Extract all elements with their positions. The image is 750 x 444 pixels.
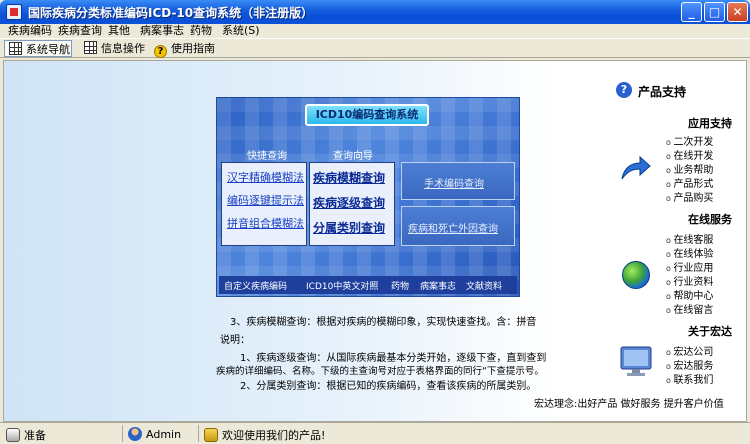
- status-message: 欢迎使用我们的产品!: [204, 427, 325, 443]
- info-button[interactable]: 信息操作: [80, 40, 145, 57]
- globe-icon: [622, 261, 650, 289]
- about-link-service[interactable]: 宏达服务: [666, 357, 713, 372]
- lock-icon: [204, 428, 218, 442]
- minimize-button[interactable]: _: [681, 2, 702, 22]
- query-panel: ICD10编码查询系统 快捷查询 查询向导 汉字精确模糊法 编码逐键提示法 拼音…: [216, 97, 520, 297]
- app-link-purchase[interactable]: 产品购买: [666, 189, 713, 204]
- nav-button-label: 系统导航: [26, 43, 70, 56]
- app-link-secondary-dev[interactable]: 二次开发: [666, 133, 713, 148]
- online-link-industry-docs[interactable]: 行业资料: [666, 273, 713, 288]
- death-cause-box: 疾病和死亡外因查询: [401, 206, 515, 246]
- desc-line-3: 1、疾病逐级查询：从国际疾病最基本分类开始，逐级下查，直到查到: [240, 353, 547, 364]
- menu-disease-code[interactable]: 疾病编码: [8, 24, 52, 38]
- arrow-icon: [621, 155, 651, 180]
- help-icon: ?: [154, 45, 167, 58]
- app-support-title: 应用支持: [688, 117, 732, 130]
- guide-button-label: 使用指南: [171, 42, 215, 55]
- company-motto: 宏达理念:出好产品 做好服务 提升客户价值: [534, 399, 724, 410]
- category-query-link[interactable]: 分属类别查询: [313, 219, 385, 236]
- monitor-icon: [620, 346, 652, 376]
- drugs-link[interactable]: 药物: [391, 279, 409, 292]
- title-bar: 国际疾病分类标准编码ICD-10查询系统（非注册版） _ □ ✕: [0, 0, 750, 24]
- info-button-label: 信息操作: [101, 42, 145, 55]
- maximize-button[interactable]: □: [704, 2, 725, 22]
- surgery-box: 手术编码查询: [401, 162, 515, 200]
- status-user-text: Admin: [146, 428, 182, 441]
- status-user: Admin: [128, 427, 181, 441]
- panel-title: ICD10编码查询系统: [305, 104, 429, 126]
- online-service-title: 在线服务: [688, 213, 732, 226]
- online-link-message[interactable]: 在线留言: [666, 301, 713, 316]
- desc-line-5: 2、分属类别查询：根据已知的疾病编码，查看该疾病的所属类别。: [240, 381, 537, 392]
- nav-button[interactable]: 系统导航: [4, 40, 72, 57]
- menu-system[interactable]: 系统(S): [222, 24, 260, 38]
- about-link-company[interactable]: 宏达公司: [666, 343, 713, 358]
- quick-link-exact[interactable]: 汉字精确模糊法: [227, 169, 304, 185]
- custom-code-link[interactable]: 自定义疾病编码: [224, 279, 287, 292]
- menu-bar: 疾病编码 疾病查询 其他 病案事志 药物 系统(S): [0, 24, 750, 38]
- panel-bottom-bar: 自定义疾病编码 ICD10中英文对照 药物 病案事志 文献资料: [219, 276, 517, 294]
- death-cause-query-link[interactable]: 疾病和死亡外因查询: [408, 220, 498, 235]
- case-records-link[interactable]: 病案事志: [420, 279, 456, 292]
- close-button[interactable]: ✕: [727, 2, 748, 22]
- surgery-query-link[interactable]: 手术编码查询: [424, 175, 484, 190]
- product-support-title: 产品支持: [638, 85, 687, 99]
- status-separator: [122, 425, 123, 442]
- app-link-product-form[interactable]: 产品形式: [666, 175, 713, 190]
- status-separator: [198, 425, 199, 442]
- menu-disease-query[interactable]: 疾病查询: [58, 24, 102, 38]
- help-icon: ?: [616, 82, 632, 98]
- wizard-box: 疾病模糊查询 疾病逐级查询 分属类别查询: [309, 162, 395, 246]
- app-link-online-dev[interactable]: 在线开发: [666, 147, 713, 162]
- menu-case-records[interactable]: 病案事志: [140, 24, 184, 38]
- window-title: 国际疾病分类标准编码ICD-10查询系统（非注册版）: [28, 6, 314, 20]
- status-ready: 准备: [6, 427, 46, 443]
- status-message-text: 欢迎使用我们的产品!: [222, 429, 326, 442]
- quick-link-code[interactable]: 编码逐键提示法: [227, 192, 304, 208]
- level-query-link[interactable]: 疾病逐级查询: [313, 194, 385, 211]
- menu-other[interactable]: 其他: [108, 24, 130, 38]
- online-link-industry-app[interactable]: 行业应用: [666, 259, 713, 274]
- bilingual-link[interactable]: ICD10中英文对照: [306, 279, 378, 292]
- desc-line-2: 说明：: [220, 335, 250, 346]
- main-area: ICD10编码查询系统 快捷查询 查询向导 汉字精确模糊法 编码逐键提示法 拼音…: [3, 60, 747, 422]
- desc-line-1: 3、疾病模糊查询：根据对疾病的模糊印象，实现快速查找。含：拼音: [230, 317, 537, 328]
- literature-link[interactable]: 文献资料: [466, 279, 502, 292]
- about-title: 关于宏达: [688, 325, 732, 338]
- menu-drugs[interactable]: 药物: [190, 24, 212, 38]
- toolbar: 系统导航 信息操作 ? 使用指南: [0, 38, 750, 58]
- user-icon: [128, 427, 142, 441]
- wizard-label: 查询向导: [333, 151, 373, 162]
- quick-link-pinyin[interactable]: 拼音组合模糊法: [227, 215, 304, 231]
- app-icon: [6, 4, 22, 20]
- online-link-help-center[interactable]: 帮助中心: [666, 287, 713, 302]
- app-link-business-help[interactable]: 业务帮助: [666, 161, 713, 176]
- online-link-trial[interactable]: 在线体验: [666, 245, 713, 260]
- desc-line-4: 疾病的详细编码、名称。下级的主查询号对应于表格界面的同行“下查提示号。: [216, 366, 544, 377]
- about-link-contact[interactable]: 联系我们: [666, 371, 713, 386]
- ready-icon: [6, 428, 20, 442]
- grid-icon: [9, 42, 22, 55]
- status-bar: 准备 Admin 欢迎使用我们的产品!: [0, 422, 750, 444]
- status-ready-text: 准备: [24, 429, 46, 442]
- quick-query-box: 汉字精确模糊法 编码逐键提示法 拼音组合模糊法: [221, 162, 307, 246]
- guide-button[interactable]: ? 使用指南: [150, 40, 215, 58]
- fuzzy-query-link[interactable]: 疾病模糊查询: [313, 169, 385, 186]
- quick-query-label: 快捷查询: [247, 151, 287, 162]
- grid-icon: [84, 41, 97, 54]
- online-link-support[interactable]: 在线客服: [666, 231, 713, 246]
